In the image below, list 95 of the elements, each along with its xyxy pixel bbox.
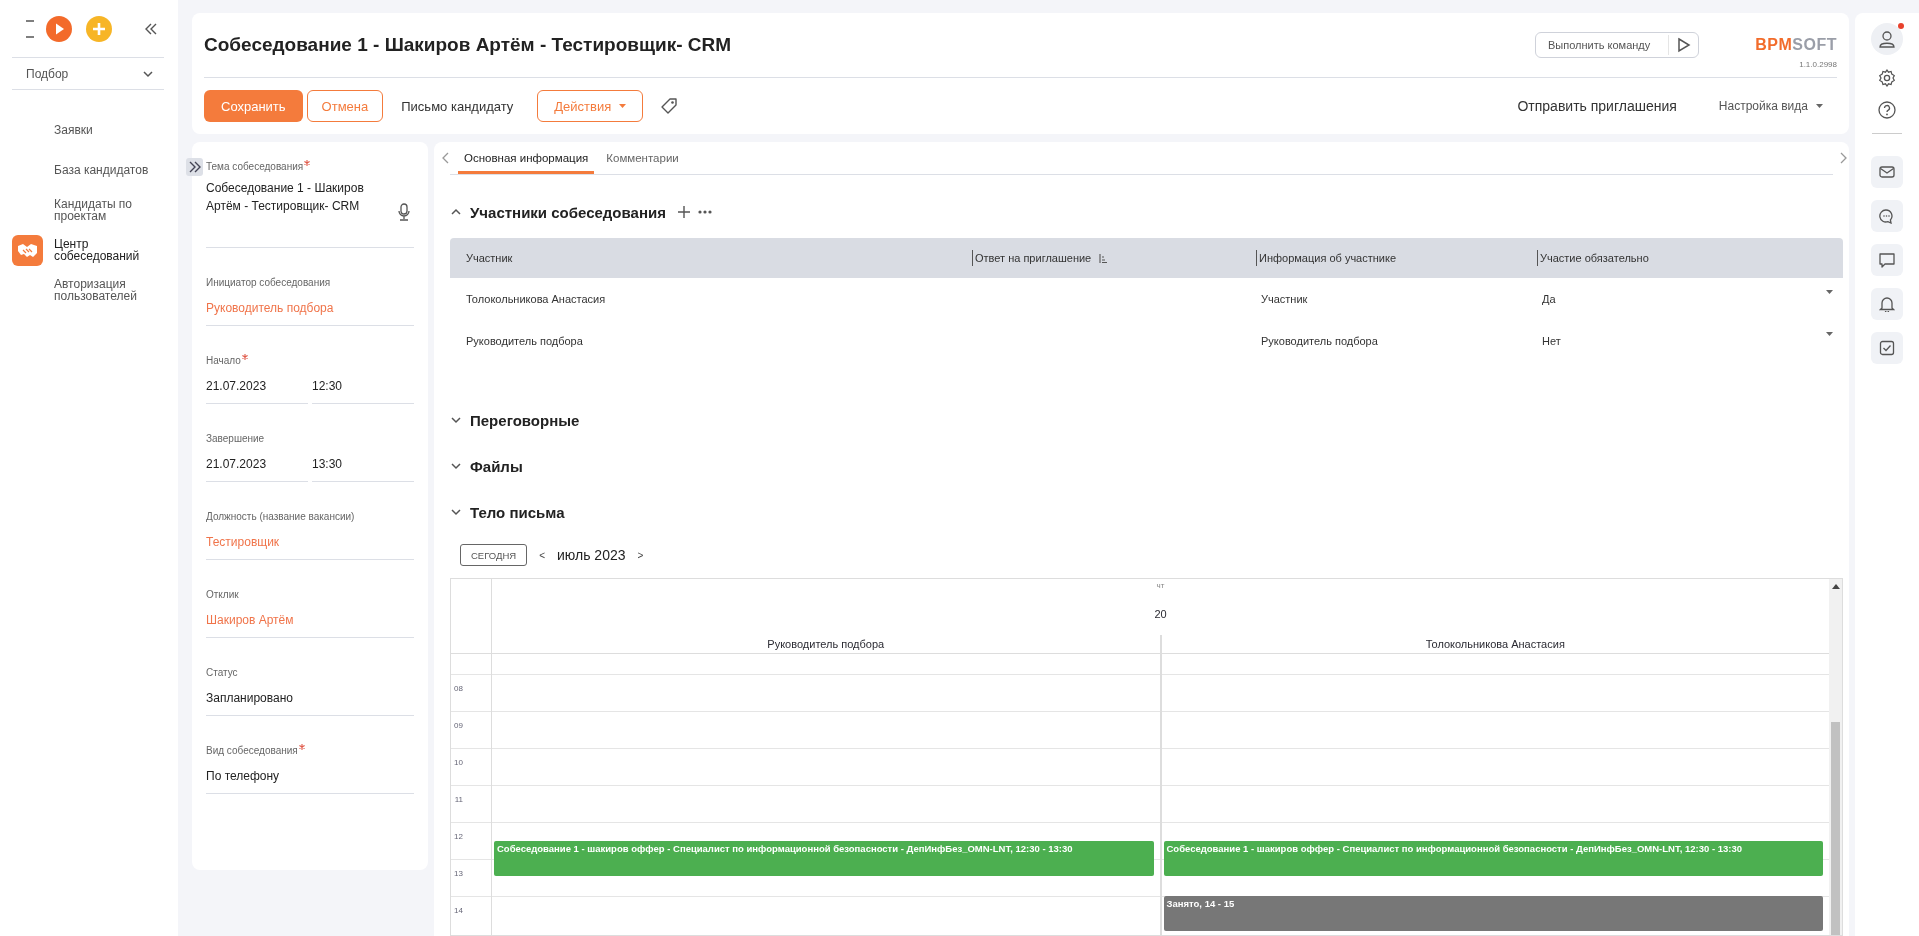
tab[interactable]: Основная информация	[458, 142, 595, 174]
calendar-event[interactable]: Занято, 14 - 15	[1163, 896, 1823, 931]
collapse-icon[interactable]	[144, 22, 158, 36]
hour-label: 14	[454, 906, 463, 915]
command-field[interactable]: Выполнить команду	[1535, 32, 1699, 58]
tab[interactable]: Комментарии	[600, 142, 685, 174]
field-label: Статус	[206, 666, 238, 680]
section-title: Тело письма	[470, 503, 565, 521]
handshake-icon	[12, 234, 43, 266]
nav-item[interactable]: Центр собеседований	[0, 230, 178, 270]
column-header[interactable]: Участник	[466, 252, 513, 264]
section-title: Файлы	[470, 457, 523, 475]
section-dropdown[interactable]: Подбор	[12, 57, 164, 90]
help-icon[interactable]	[1878, 101, 1896, 119]
today-button[interactable]: СЕГОДНЯ	[460, 544, 528, 566]
scroll-thumb[interactable]	[1831, 722, 1840, 935]
caret-icon[interactable]	[1826, 290, 1833, 294]
tasks-button[interactable]	[1871, 332, 1903, 364]
hour-label: 11	[454, 795, 463, 804]
text-field[interactable]: По телефону	[206, 767, 414, 794]
view-settings-button[interactable]: Настройка вида	[1704, 90, 1837, 122]
logo: BPMSOFT	[1755, 35, 1837, 54]
plus-icon[interactable]	[677, 206, 690, 218]
comment-icon	[1879, 252, 1895, 268]
table-cell: Да	[1542, 293, 1556, 305]
hour-label: 12	[454, 832, 463, 841]
table-cell-text: Толокольникова Анастасия	[465, 293, 607, 305]
expand-panel-button[interactable]	[186, 158, 203, 176]
caret-icon[interactable]	[1826, 332, 1833, 336]
chevron-right-icon[interactable]	[1839, 152, 1847, 164]
field-label: Завершение	[206, 432, 265, 446]
hour-label: 10	[454, 758, 463, 767]
column-header[interactable]: Информация об участнике	[1259, 252, 1397, 264]
column-header[interactable]: Участие обязательно	[1540, 252, 1649, 264]
nav-item[interactable]: Заявки	[0, 110, 178, 150]
table-cell-text: Руководитель подбора	[465, 335, 584, 347]
table-cell: Нет	[1542, 335, 1561, 347]
mail-icon	[1879, 164, 1895, 180]
table-cell-text: Участник	[1260, 293, 1309, 305]
letter-button[interactable]: Письмо кандидату	[387, 90, 528, 122]
text-field[interactable]: Собеседование 1 - Шакиров Артём - Тестировщик- CRM	[206, 179, 386, 215]
double-chevron-icon	[188, 161, 201, 173]
menu-icon[interactable]	[26, 19, 34, 39]
section-title: Участники собеседования	[470, 203, 666, 221]
chat-button[interactable]	[1871, 200, 1903, 232]
weekday-label: чт	[1156, 581, 1165, 590]
nav-item[interactable]: Кандидаты по проектам	[0, 190, 178, 230]
checkbox-icon	[1879, 340, 1895, 356]
chevron-down-icon[interactable]	[450, 414, 462, 426]
field-label: Вид собеседования	[206, 744, 298, 758]
hour-label: 09	[454, 721, 463, 730]
date-field[interactable]: 21.07.2023	[206, 377, 308, 404]
bell-icon	[1879, 296, 1895, 312]
notifications-button[interactable]	[1871, 288, 1903, 320]
page-title: Собеседование 1 - Шакиров Артём - Тестировщик- CRM	[204, 34, 732, 56]
field-label: Инициатор собеседования	[206, 276, 331, 290]
nav-item[interactable]: Авторизация пользователей	[0, 270, 178, 310]
resource-name: Руководитель подбора	[766, 637, 886, 652]
caret-icon	[619, 104, 627, 108]
time-field[interactable]: 12:30	[312, 377, 414, 404]
hour-label: 08	[454, 684, 463, 693]
field-label: Должность (название вакансии)	[206, 510, 355, 524]
tag-icon[interactable]	[661, 98, 678, 114]
section-title: Переговорные	[470, 411, 580, 429]
sort-icon[interactable]	[1099, 253, 1108, 263]
avatar-button[interactable]	[1871, 23, 1903, 55]
table-cell-text: Руководитель подбора	[1260, 335, 1379, 347]
field-label: Начало	[206, 354, 241, 368]
field-label: Тема собеседования	[206, 160, 304, 174]
version-label: 1.1.0.2998	[1799, 59, 1837, 69]
up-arrow-icon[interactable]	[1831, 584, 1840, 589]
chevron-down-icon[interactable]	[450, 460, 462, 472]
column-header[interactable]: Ответ на приглашение	[975, 252, 1092, 264]
comment-button[interactable]	[1871, 244, 1903, 276]
send-invites-button[interactable]: Отправить приглашения	[1503, 90, 1691, 122]
date-field[interactable]: 21.07.2023	[206, 455, 308, 482]
previous-button[interactable]: <	[539, 549, 545, 561]
nav-item[interactable]: База кандидатов	[0, 150, 178, 190]
month-title: июль 2023	[557, 547, 626, 563]
settings-icon[interactable]	[1878, 69, 1896, 87]
user-icon	[1879, 30, 1895, 48]
day-number: 20	[1154, 608, 1167, 620]
caret-icon	[1816, 104, 1823, 108]
field-label: Отклик	[206, 588, 239, 602]
chat-icon	[1879, 208, 1895, 224]
time-field[interactable]: 13:30	[312, 455, 414, 482]
more-icon[interactable]	[697, 210, 712, 214]
next-button[interactable]: >	[637, 549, 644, 561]
play-icon[interactable]	[46, 16, 72, 42]
microphone-icon[interactable]	[398, 203, 410, 221]
hour-label: 13	[454, 869, 463, 878]
mail-button[interactable]	[1871, 156, 1903, 188]
chevron-left-icon[interactable]	[442, 152, 450, 164]
text-field[interactable]: Запланировано	[206, 689, 414, 716]
chevron-down-icon[interactable]	[450, 506, 462, 518]
